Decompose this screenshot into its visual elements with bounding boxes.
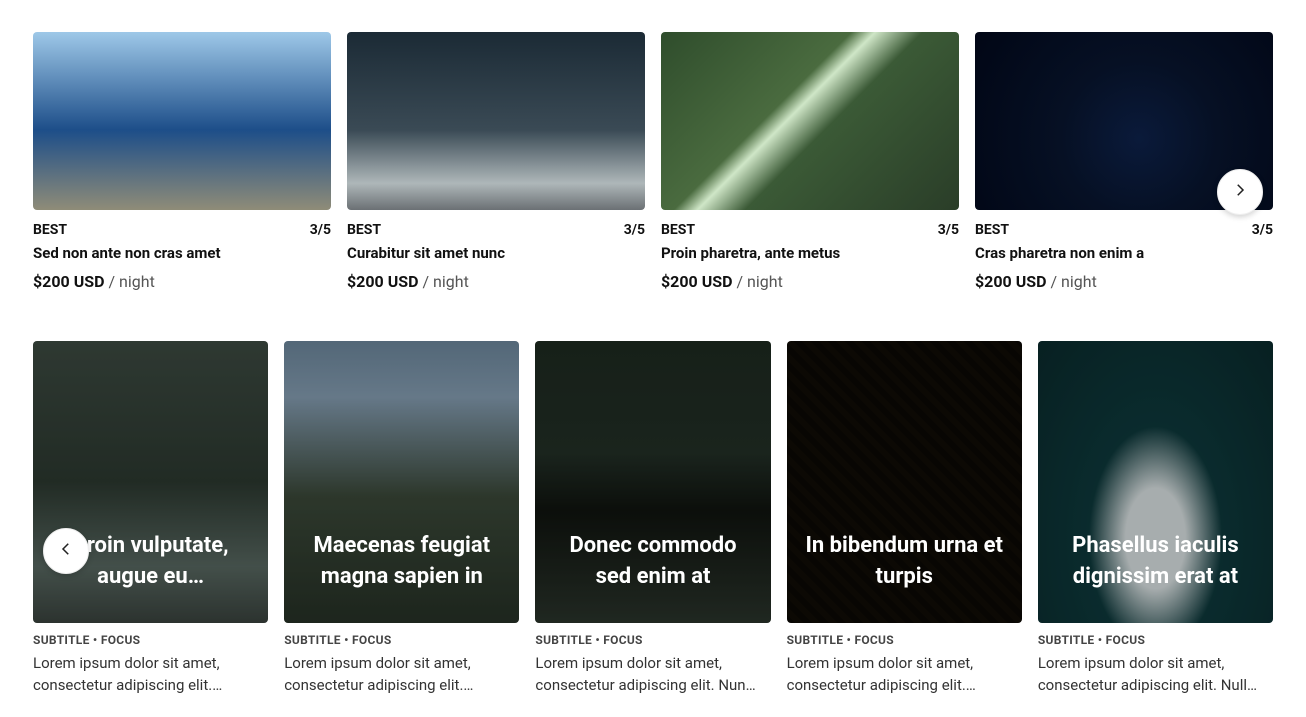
listing-card[interactable]: BEST 3/5 Cras pharetra non enim a $200 U… [975, 32, 1273, 291]
listings-row: BEST 3/5 Sed non ante non cras amet $200… [33, 32, 1273, 291]
featured-description: Lorem ipsum dolor sit amet, consectetur … [1038, 653, 1273, 697]
listing-image [661, 32, 959, 210]
featured-card[interactable]: Donec commodo sed enim at SUBTITLE • FOC… [535, 341, 770, 697]
featured-card[interactable]: Maecenas feugiat magna sapien in SUBTITL… [284, 341, 519, 697]
featured-subtitle: SUBTITLE • FOCUS [284, 633, 519, 647]
listing-card[interactable]: BEST 3/5 Curabitur sit amet nunc $200 US… [347, 32, 645, 291]
listing-card[interactable]: BEST 3/5 Proin pharetra, ante metus $200… [661, 32, 959, 291]
price-amount: $200 USD [975, 272, 1047, 291]
listing-rating: 3/5 [624, 222, 645, 238]
listing-meta: BEST 3/5 [33, 222, 331, 238]
listing-rating: 3/5 [310, 222, 331, 238]
listing-meta: BEST 3/5 [661, 222, 959, 238]
featured-title: Maecenas feugiat magna sapien in [284, 531, 519, 623]
featured-title: Donec commodo sed enim at [535, 531, 770, 623]
featured-description: Lorem ipsum dolor sit amet, consectetur … [535, 653, 770, 697]
price-amount: $200 USD [661, 272, 733, 291]
featured-subtitle: SUBTITLE • FOCUS [33, 633, 268, 647]
chevron-right-icon [1231, 181, 1249, 203]
listing-card[interactable]: BEST 3/5 Sed non ante non cras amet $200… [33, 32, 331, 291]
featured-image: Maecenas feugiat magna sapien in [284, 341, 519, 623]
listing-badge: BEST [661, 222, 695, 238]
featured-description: Lorem ipsum dolor sit amet, consectetur … [33, 653, 268, 697]
featured-description: Lorem ipsum dolor sit amet, consectetur … [284, 653, 519, 697]
featured-subtitle: SUBTITLE • FOCUS [535, 633, 770, 647]
featured-image: Phasellus iaculis dignissim erat at [1038, 341, 1273, 623]
listing-rating: 3/5 [1252, 222, 1273, 238]
featured-row: Proin vulputate, augue eu… SUBTITLE • FO… [33, 341, 1273, 697]
featured-image: In bibendum urna et turpis [787, 341, 1022, 623]
listing-price: $200 USD / night [347, 272, 645, 291]
listing-price: $200 USD / night [33, 272, 331, 291]
listing-badge: BEST [347, 222, 381, 238]
featured-subtitle: SUBTITLE • FOCUS [787, 633, 1022, 647]
featured-description: Lorem ipsum dolor sit amet, consectetur … [787, 653, 1022, 697]
carousel-next-button[interactable] [1217, 169, 1263, 215]
chevron-left-icon [57, 540, 75, 562]
featured-image: Proin vulputate, augue eu… [33, 341, 268, 623]
listing-image [347, 32, 645, 210]
listing-meta: BEST 3/5 [975, 222, 1273, 238]
price-amount: $200 USD [347, 272, 419, 291]
listing-price: $200 USD / night [975, 272, 1273, 291]
price-per: / night [736, 272, 782, 291]
price-per: / night [108, 272, 154, 291]
listing-rating: 3/5 [938, 222, 959, 238]
listing-badge: BEST [33, 222, 67, 238]
featured-card[interactable]: Proin vulputate, augue eu… SUBTITLE • FO… [33, 341, 268, 697]
listing-image [33, 32, 331, 210]
listing-meta: BEST 3/5 [347, 222, 645, 238]
featured-card[interactable]: In bibendum urna et turpis SUBTITLE • FO… [787, 341, 1022, 697]
featured-card[interactable]: Phasellus iaculis dignissim erat at SUBT… [1038, 341, 1273, 697]
price-amount: $200 USD [33, 272, 105, 291]
featured-subtitle: SUBTITLE • FOCUS [1038, 633, 1273, 647]
featured-image: Donec commodo sed enim at [535, 341, 770, 623]
listing-title: Curabitur sit amet nunc [347, 244, 645, 262]
featured-title: In bibendum urna et turpis [787, 531, 1022, 623]
price-per: / night [1050, 272, 1096, 291]
listing-title: Cras pharetra non enim a [975, 244, 1273, 262]
featured-title: Phasellus iaculis dignissim erat at [1038, 531, 1273, 623]
listing-title: Sed non ante non cras amet [33, 244, 331, 262]
listing-price: $200 USD / night [661, 272, 959, 291]
listing-badge: BEST [975, 222, 1009, 238]
listing-title: Proin pharetra, ante metus [661, 244, 959, 262]
carousel-prev-button[interactable] [43, 528, 89, 574]
price-per: / night [422, 272, 468, 291]
